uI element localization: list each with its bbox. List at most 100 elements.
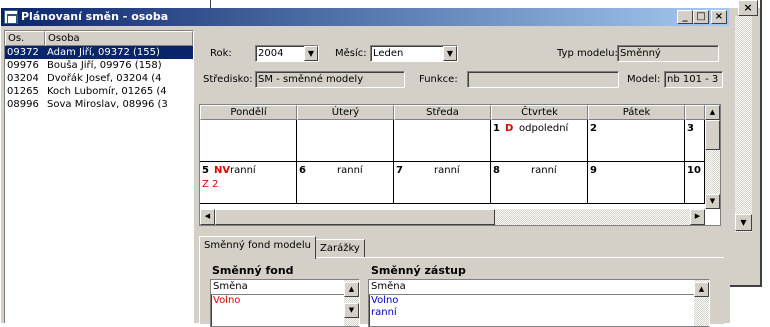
employee-id: 09976 [7, 60, 39, 71]
typ-modelu-field: Směnný [617, 45, 719, 62]
table-row[interactable]: 09976 Bouša Jiří, 09976 (158) [5, 59, 193, 72]
list-item[interactable]: Volno [211, 295, 359, 307]
scroll-down-icon[interactable]: ▼ [344, 303, 359, 318]
calendar-day-cell[interactable]: 3 [685, 120, 705, 162]
mesic-dropdown-icon[interactable]: ▼ [443, 46, 457, 61]
smenny-zastup-header: Směna [369, 280, 709, 295]
day-number: 3 [687, 123, 694, 134]
mesic-select[interactable]: Leden ▼ [370, 45, 458, 62]
main-window: Plánovaní směn - osoba _ □ × Os. číslo O… [0, 8, 730, 327]
day-number: 10 [687, 165, 701, 176]
table-row[interactable]: 08996 Sova Miroslav, 08996 (3 [5, 98, 193, 111]
calendar-vertical-scrollbar[interactable]: ▲ ▼ [705, 105, 720, 209]
day-number: 1 [493, 123, 500, 134]
smenny-zastup-scrollbar[interactable]: ▲ [694, 280, 709, 326]
tab-panel: Směnný fond Směna Volno ▲ ▼ Směnný zástu… [199, 257, 724, 327]
secondary-code: Z 2 [202, 179, 219, 190]
day-header-ctvrtek: Čtvrtek [491, 105, 588, 120]
calendar-grid[interactable]: Pondělí Úterý Středa Čtvrtek Pátek 1 Dodp… [199, 104, 721, 226]
app-icon [4, 10, 18, 24]
absence-code: D [505, 123, 514, 134]
background-scrollbar[interactable] [735, 16, 752, 232]
tab-zarazky[interactable]: Zarážky [315, 239, 365, 259]
employee-list-header: Os. číslo Osoba [5, 31, 193, 58]
scroll-left-icon[interactable]: ◀ [200, 209, 215, 225]
calendar-day-cell[interactable]: 7 ranní [394, 162, 491, 204]
mesic-label: Měsíc: [335, 48, 367, 59]
calendar-day-cell[interactable] [200, 120, 297, 162]
model-label: Model: [627, 74, 661, 85]
shift-name: odpolední [519, 123, 569, 134]
smenny-fond-header: Směna [211, 280, 359, 295]
maximize-button[interactable]: □ [693, 10, 709, 24]
day-header-streda: Středa [394, 105, 491, 120]
minimize-button[interactable]: _ [677, 10, 693, 24]
scroll-thumb-horizontal[interactable] [215, 209, 495, 225]
day-header-overflow [685, 105, 705, 120]
rok-select[interactable]: 2004 ▼ [255, 45, 319, 62]
employee-id: 09372 [7, 47, 39, 58]
list-item[interactable]: ranní [369, 307, 709, 319]
title-bar[interactable]: Plánovaní směn - osoba _ □ × [1, 8, 729, 26]
rok-label: Rok: [210, 48, 232, 59]
calendar-day-cell[interactable]: 1 Dodpolední [491, 120, 588, 162]
calendar-horizontal-scrollbar[interactable]: ◀ ▶ [200, 209, 705, 225]
day-header-utery: Úterý [297, 105, 394, 120]
smenny-fond-scrollbar[interactable]: ▲ ▼ [344, 280, 359, 326]
calendar-header: Pondělí Úterý Středa Čtvrtek Pátek [200, 105, 720, 120]
rok-dropdown-icon[interactable]: ▼ [304, 46, 318, 61]
day-number: 6 [299, 165, 306, 176]
smenny-zastup-list[interactable]: Směna Volno ranní ▲ [368, 279, 710, 327]
shift-name: ranní [434, 165, 460, 176]
smenny-fond-list[interactable]: Směna Volno ▲ ▼ [210, 279, 360, 327]
scroll-right-icon[interactable]: ▶ [690, 209, 705, 225]
scroll-down-icon[interactable]: ▼ [705, 194, 720, 209]
table-row[interactable]: 01265 Koch Lubomír, 01265 (4 [5, 85, 193, 98]
calendar-day-cell[interactable]: 6 ranní [297, 162, 394, 204]
tab-smenny-fond-modelu[interactable]: Směnný fond modelu [199, 236, 316, 259]
employee-id: 01265 [7, 86, 39, 97]
window-title: Plánovaní směn - osoba [21, 10, 169, 23]
scroll-thumb[interactable] [705, 120, 720, 150]
background-strip [0, 0, 760, 8]
column-header-os-cislo[interactable]: Os. číslo [5, 31, 45, 58]
shift-name: ranní [531, 165, 557, 176]
shift-name: ranní [230, 165, 256, 176]
calendar-day-cell[interactable]: 5 NV ranní Z 2 [200, 162, 297, 204]
shift-name: ranní [337, 165, 363, 176]
calendar-day-cell[interactable]: 2 [588, 120, 685, 162]
mesic-value: Leden [373, 48, 404, 59]
background-divider [210, 0, 211, 8]
day-header-pondeli: Pondělí [200, 105, 297, 120]
calendar-day-cell[interactable]: 10 [685, 162, 705, 204]
column-header-osoba[interactable]: Osoba [45, 31, 193, 46]
calendar-day-cell[interactable] [394, 120, 491, 162]
employee-list[interactable]: Os. číslo Osoba 09372 Adam Jiří, 09372 (1… [4, 30, 194, 323]
background-close-button[interactable]: × [738, 0, 758, 16]
calendar-day-cell[interactable]: 8 ranní [491, 162, 588, 204]
typ-modelu-label: Typ modelu: [557, 48, 618, 59]
employee-name: Koch Lubomír, 01265 (4 [47, 86, 167, 97]
scroll-up-icon[interactable]: ▲ [705, 105, 720, 120]
scroll-up-icon[interactable]: ▲ [694, 282, 709, 297]
scroll-up-icon[interactable]: ▲ [344, 282, 359, 297]
background-scroll-down-button[interactable]: ▼ [735, 214, 752, 231]
day-number: 9 [590, 165, 597, 176]
table-row[interactable]: 03204 Dvořák Josef, 03204 (4 [5, 72, 193, 85]
funkce-field [467, 71, 619, 88]
funkce-label: Funkce: [419, 74, 458, 85]
employee-id: 08996 [7, 99, 39, 110]
day-number: 5 [202, 165, 209, 176]
stredisko-field: SM - směnné modely [255, 71, 405, 88]
close-button[interactable]: × [711, 10, 727, 24]
smenny-fond-title: Směnný fond [212, 264, 294, 277]
calendar-day-cell[interactable]: 9 [588, 162, 685, 204]
employee-id: 03204 [7, 73, 39, 84]
table-row[interactable]: 09372 Adam Jiří, 09372 (155) [5, 46, 193, 59]
calendar-day-cell[interactable] [297, 120, 394, 162]
smenny-zastup-title: Směnný zástup [371, 264, 466, 277]
day-header-patek: Pátek [588, 105, 685, 120]
employee-name: Adam Jiří, 09372 (155) [47, 47, 160, 58]
list-item[interactable]: Volno [369, 295, 709, 307]
stredisko-label: Středisko: [203, 74, 253, 85]
